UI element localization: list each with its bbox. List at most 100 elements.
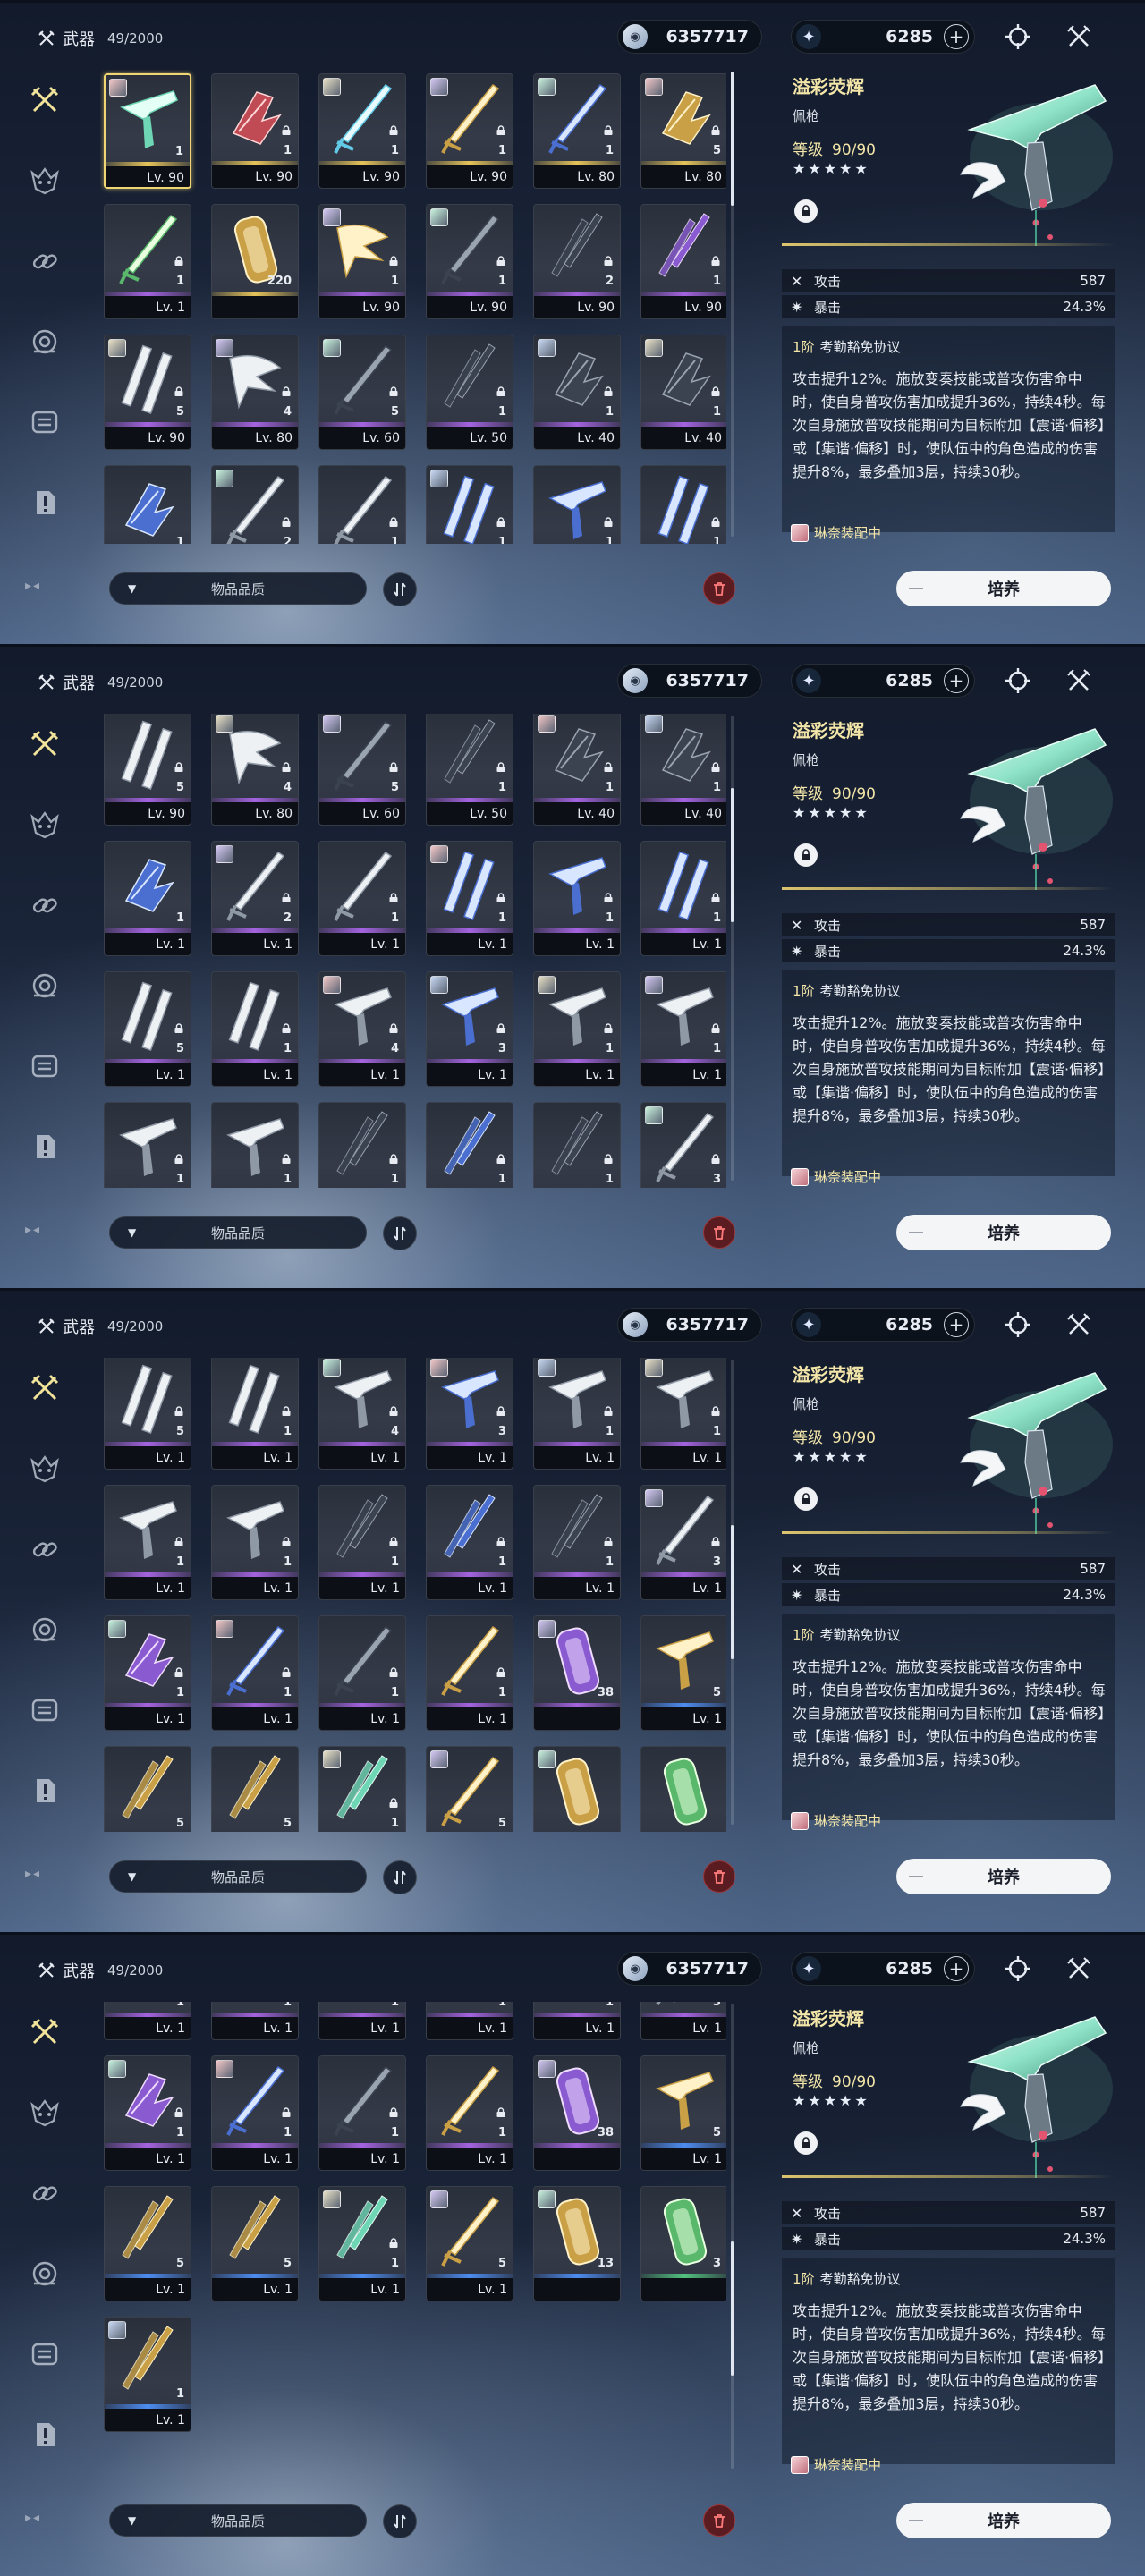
- weapon-card[interactable]: 1 Lv. 1: [318, 2186, 406, 2301]
- weapon-card[interactable]: 38: [533, 2055, 621, 2171]
- weapon-card[interactable]: 1 Lv. 90: [104, 73, 191, 189]
- weapon-card[interactable]: 5 Lv. 60: [318, 714, 406, 826]
- weapon-card[interactable]: 1 Lv. 40: [533, 714, 621, 826]
- weapon-card[interactable]: 1: [318, 465, 406, 544]
- scrollbar-thumb[interactable]: [731, 1525, 734, 1659]
- weapon-card[interactable]: 1 Lv. 1: [104, 1485, 191, 1600]
- sidebar-item-weapons[interactable]: [25, 724, 64, 764]
- sort-order-button[interactable]: [383, 572, 417, 606]
- sidebar-collapse-arrows[interactable]: ▸◂: [25, 1223, 41, 1237]
- grid-scrollbar[interactable]: [731, 1360, 734, 1825]
- weapon-card[interactable]: 1 Lv. 50: [426, 335, 513, 450]
- sidebar-item-echoes[interactable]: [25, 161, 64, 200]
- weapon-card[interactable]: 1 Lv. 1: [104, 204, 191, 319]
- weapon-card[interactable]: 1: [104, 1102, 191, 1188]
- sidebar-item-echoes[interactable]: [25, 805, 64, 844]
- quality-filter-button[interactable]: ▼ 物品品质: [109, 1860, 367, 1893]
- weapon-card[interactable]: 1 Lv. 1: [640, 971, 726, 1087]
- weapon-card[interactable]: 1 Lv. 90: [640, 204, 726, 319]
- train-button[interactable]: 培养: [896, 571, 1111, 606]
- weapon-card[interactable]: 1: [640, 465, 726, 544]
- quality-filter-button[interactable]: ▼ 物品品质: [109, 1216, 367, 1249]
- scrollbar-thumb[interactable]: [731, 788, 734, 923]
- weapon-card[interactable]: 5 Lv. 1: [104, 2186, 191, 2301]
- weapon-card[interactable]: 1: [533, 1102, 621, 1188]
- weapon-card[interactable]: 1 Lv. 1: [426, 1485, 513, 1600]
- weapon-card[interactable]: 1 Lv. 1: [211, 1358, 299, 1470]
- grid-scrollbar[interactable]: [731, 2004, 734, 2469]
- weapon-card[interactable]: 1: [104, 465, 191, 544]
- grid-scrollbar[interactable]: [731, 716, 734, 1181]
- weapon-card[interactable]: 4 Lv. 1: [318, 1358, 406, 1470]
- weapon-card[interactable]: 1: [211, 1102, 299, 1188]
- weapon-card[interactable]: 1 Lv. 1: [211, 1615, 299, 1731]
- sort-order-button[interactable]: [383, 1216, 417, 1250]
- add-currency-button[interactable]: +: [944, 668, 969, 693]
- close-button[interactable]: [1064, 1309, 1094, 1340]
- weapon-card[interactable]: 1 Lv. 1: [426, 841, 513, 956]
- weapon-card[interactable]: 1 Lv. 1: [104, 2317, 191, 2432]
- weapon-card[interactable]: 1 Lv. 1: [533, 2002, 621, 2040]
- weapon-card[interactable]: 3 Lv. 1: [640, 2002, 726, 2040]
- weapon-card[interactable]: 1 Lv. 40: [533, 335, 621, 450]
- skill-description[interactable]: 1阶 考勤豁免协议 攻击提升12%。施放变奏技能或普攻伤害命中时，使自身普攻伤害加…: [782, 970, 1115, 1176]
- weapon-card[interactable]: 5 Lv. 60: [318, 335, 406, 450]
- train-button[interactable]: 培养: [896, 1859, 1111, 1894]
- weapon-card[interactable]: 220: [211, 204, 299, 319]
- train-button[interactable]: 培养: [896, 2503, 1111, 2538]
- weapon-card[interactable]: 1 Lv. 1: [533, 841, 621, 956]
- weapon-card[interactable]: 1 Lv. 1: [211, 2002, 299, 2040]
- weapon-card[interactable]: 3 Lv. 1: [426, 1358, 513, 1470]
- weapon-card[interactable]: 38: [533, 1615, 621, 1731]
- weapon-card[interactable]: 1 Lv. 1: [318, 2002, 406, 2040]
- weapon-card[interactable]: 1: [533, 465, 621, 544]
- weapon-card[interactable]: 13: [533, 2186, 621, 2301]
- weapon-card[interactable]: 3: [640, 1102, 726, 1188]
- weapon-card[interactable]: 1 Lv. 1: [211, 2055, 299, 2171]
- weapon-card[interactable]: [533, 1746, 621, 1832]
- weapon-card[interactable]: 5 Lv. 1: [104, 971, 191, 1087]
- weapon-card[interactable]: [640, 1746, 726, 1832]
- quality-filter-button[interactable]: ▼ 物品品质: [109, 572, 367, 605]
- weapon-card[interactable]: 2: [211, 465, 299, 544]
- weapon-card[interactable]: 1 Lv. 90: [211, 73, 299, 189]
- scrollbar-thumb[interactable]: [731, 2241, 734, 2377]
- skill-description[interactable]: 1阶 考勤豁免协议 攻击提升12%。施放变奏技能或普攻伤害命中时，使自身普攻伤害加…: [782, 1614, 1115, 1820]
- weapon-card[interactable]: 5 Lv. 90: [104, 335, 191, 450]
- weapon-card[interactable]: 1 Lv. 90: [426, 204, 513, 319]
- weapon-card[interactable]: 4 Lv. 80: [211, 714, 299, 826]
- weapon-card[interactable]: 1 Lv. 80: [533, 73, 621, 189]
- scrollbar-thumb[interactable]: [731, 72, 734, 206]
- sidebar-item-devices[interactable]: [25, 242, 64, 281]
- weapon-card[interactable]: 5 Lv. 1: [426, 2186, 513, 2301]
- weapon-card[interactable]: 4 Lv. 1: [318, 971, 406, 1087]
- skill-description[interactable]: 1阶 考勤豁免协议 攻击提升12%。施放变奏技能或普攻伤害命中时，使自身普攻伤害加…: [782, 2258, 1115, 2464]
- dismantle-button[interactable]: [703, 2504, 735, 2537]
- target-button[interactable]: [1003, 1309, 1033, 1340]
- weapon-card[interactable]: 1 Lv. 1: [640, 1358, 726, 1470]
- weapon-card[interactable]: 5 Lv. 1: [211, 2186, 299, 2301]
- weapon-card[interactable]: 5 Lv. 1: [104, 1358, 191, 1470]
- weapon-card[interactable]: 3: [640, 2186, 726, 2301]
- weapon-card[interactable]: 5 Lv. 90: [104, 714, 191, 826]
- weapon-card[interactable]: 3 Lv. 1: [426, 971, 513, 1087]
- lock-toggle[interactable]: [794, 843, 818, 867]
- weapon-card[interactable]: 5: [211, 1746, 299, 1832]
- lock-toggle[interactable]: [794, 199, 818, 223]
- weapon-card[interactable]: 1 Lv. 1: [318, 1615, 406, 1731]
- weapon-card[interactable]: 3 Lv. 1: [640, 1485, 726, 1600]
- sidebar-item-special[interactable]: [25, 483, 64, 522]
- sidebar-item-devices[interactable]: [25, 1530, 64, 1569]
- weapon-card[interactable]: 1: [426, 465, 513, 544]
- weapon-card[interactable]: 1 Lv. 1: [426, 2002, 513, 2040]
- sidebar-item-resonance[interactable]: [25, 322, 64, 361]
- weapon-card[interactable]: 1 Lv. 40: [640, 335, 726, 450]
- weapon-card[interactable]: 1: [426, 1102, 513, 1188]
- weapon-card[interactable]: 1 Lv. 1: [104, 2002, 191, 2040]
- weapon-card[interactable]: 5: [104, 1746, 191, 1832]
- weapon-card[interactable]: 1 Lv. 90: [318, 204, 406, 319]
- weapon-card[interactable]: 1 Lv. 1: [318, 2055, 406, 2171]
- sidebar-item-materials[interactable]: [25, 2334, 64, 2374]
- sidebar-item-echoes[interactable]: [25, 1449, 64, 1488]
- weapon-card[interactable]: 4 Lv. 80: [211, 335, 299, 450]
